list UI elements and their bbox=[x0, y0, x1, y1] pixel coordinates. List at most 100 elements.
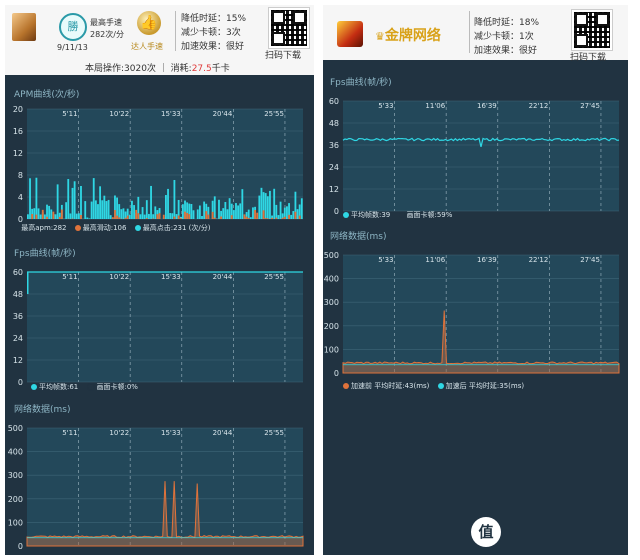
qr-corner-mark bbox=[596, 13, 609, 26]
qr-corner-mark bbox=[575, 13, 588, 26]
apm-swipe-bar bbox=[184, 211, 186, 219]
apm-chart-title: APM曲线(次/秒) bbox=[14, 90, 80, 100]
apm-tap-bar bbox=[94, 200, 97, 219]
apm-swipe-bar bbox=[207, 214, 210, 219]
apm-tap-bar bbox=[71, 187, 74, 219]
apm-tap-bar bbox=[97, 204, 99, 219]
apm-swipe-bar bbox=[152, 218, 155, 219]
apm-swipe-bar bbox=[245, 216, 248, 219]
apm-tap-bar bbox=[75, 213, 78, 219]
apm-tap-bar bbox=[235, 203, 237, 219]
apm-tap-bar bbox=[201, 216, 203, 219]
x-tick-label: 20'44 bbox=[213, 429, 233, 437]
apm-swipe-bar bbox=[124, 217, 127, 219]
apm-tap-bar bbox=[122, 208, 125, 219]
apm-tap-bar bbox=[213, 196, 216, 219]
y-tick-label: 400 bbox=[324, 275, 339, 284]
y-tick-label: 300 bbox=[8, 471, 23, 480]
apm-tap-bar bbox=[241, 189, 244, 219]
apm-tap-bar bbox=[169, 213, 172, 219]
apm-tap-bar bbox=[296, 209, 299, 219]
apm-tap-bar bbox=[101, 200, 104, 219]
apm-tap-bar bbox=[69, 213, 72, 219]
apm-swipe-bar bbox=[162, 214, 165, 219]
qr-code-image[interactable] bbox=[269, 8, 309, 48]
y-tick-label: 36 bbox=[329, 141, 339, 150]
apm-tap-bar bbox=[181, 204, 184, 219]
apm-tap-bar bbox=[118, 204, 121, 219]
apm-tap-bar bbox=[264, 193, 267, 219]
y-tick-label: 16 bbox=[13, 127, 23, 136]
qr-corner-mark bbox=[272, 11, 285, 24]
apm-tap-bar bbox=[88, 218, 91, 219]
apm-swipe-bar bbox=[114, 210, 116, 219]
apm-swipe-bar bbox=[256, 212, 259, 219]
apm-tap-bar bbox=[27, 214, 29, 219]
apm-tap-bar bbox=[33, 208, 36, 219]
x-tick-label: 25'55 bbox=[264, 429, 284, 437]
apm-tap-bar bbox=[128, 214, 131, 219]
watermark: 值 bbox=[323, 505, 628, 555]
apm-swipe-bar bbox=[80, 215, 82, 219]
x-tick-label: 11'06 bbox=[425, 256, 445, 264]
apm-tap-bar bbox=[286, 206, 288, 219]
apm-tap-bar bbox=[258, 195, 261, 219]
y-tick-label: 60 bbox=[329, 97, 339, 106]
qr-download-caption[interactable]: 扫码下载 bbox=[570, 50, 606, 63]
y-tick-label: 300 bbox=[324, 298, 339, 307]
qr-download-caption[interactable]: 扫码下载 bbox=[265, 48, 301, 61]
net-legend: 加速前 平均时延:43(ms) 加速后 平均时延:35(ms) bbox=[337, 381, 524, 391]
right-header: ♛金牌网络 降低时延：18% 减少卡顿：1次 加速效果：很好 扫码下载 bbox=[323, 5, 628, 63]
legend-before: 加速前 平均时延:43(ms) bbox=[351, 382, 430, 390]
fps-legend: 平均帧数:39 画面卡顿:59% bbox=[337, 210, 452, 220]
crown-icon: ♛ bbox=[375, 30, 385, 43]
y-tick-label: 12 bbox=[329, 185, 339, 194]
apm-tap-bar bbox=[198, 205, 201, 219]
apm-swipe-bar bbox=[52, 211, 55, 219]
x-tick-label: 16'39 bbox=[477, 256, 497, 264]
legend-fps-dot bbox=[31, 384, 37, 390]
apm-swipe-bar bbox=[135, 209, 138, 219]
apm-tap-bar bbox=[300, 198, 303, 219]
watermark-logo-icon: 值 bbox=[471, 517, 501, 547]
apm-tap-bar bbox=[86, 217, 89, 219]
apm-tap-bar bbox=[239, 203, 242, 219]
apm-tap-bar bbox=[150, 185, 152, 219]
apm-tap-bar bbox=[224, 202, 227, 219]
x-tick-label: 5'11 bbox=[62, 110, 77, 118]
apm-tap-bar bbox=[247, 209, 250, 219]
apm-swipe-bar bbox=[46, 216, 48, 219]
apm-tap-bar bbox=[84, 201, 87, 219]
qr-code-image[interactable] bbox=[572, 10, 612, 50]
y-tick-label: 24 bbox=[329, 163, 339, 172]
stat-latency: 降低时延：15% bbox=[181, 14, 247, 24]
apm-tap-bar bbox=[277, 215, 280, 219]
y-tick-label: 12 bbox=[13, 149, 23, 158]
y-tick-label: 100 bbox=[8, 518, 23, 527]
qr-corner-mark bbox=[575, 34, 588, 47]
apm-tap-bar bbox=[109, 215, 112, 219]
apm-swipe-bar bbox=[116, 215, 118, 219]
apm-tap-bar bbox=[226, 209, 229, 219]
apm-swipe-bar bbox=[247, 217, 250, 219]
fps-chart-title: Fps曲线(帧/秒) bbox=[14, 249, 76, 259]
apm-tap-bar bbox=[167, 188, 169, 219]
plot-area bbox=[343, 255, 619, 373]
apm-tap-bar bbox=[190, 204, 193, 219]
apm-tap-bar bbox=[218, 199, 220, 219]
apm-swipe-bar bbox=[158, 213, 161, 219]
apm-tap-bar bbox=[222, 208, 225, 219]
x-tick-label: 15'33 bbox=[161, 429, 181, 437]
y-tick-label: 100 bbox=[324, 345, 339, 354]
player-avatar bbox=[12, 13, 36, 41]
qr-corner-mark bbox=[272, 32, 285, 45]
apm-tap-bar bbox=[237, 205, 240, 219]
header-divider bbox=[469, 11, 470, 53]
apm-swipe-bar bbox=[266, 218, 269, 219]
network-chart: 500 400 300 200 100 0 5'33 11'06 16'39 22'12 27'45 bbox=[324, 251, 620, 378]
apm-tap-bar bbox=[99, 186, 102, 219]
apm-tap-bar bbox=[203, 201, 206, 219]
game-logo-image bbox=[337, 21, 363, 47]
apm-swipe-bar bbox=[271, 217, 273, 219]
apm-swipe-bar bbox=[230, 215, 233, 219]
